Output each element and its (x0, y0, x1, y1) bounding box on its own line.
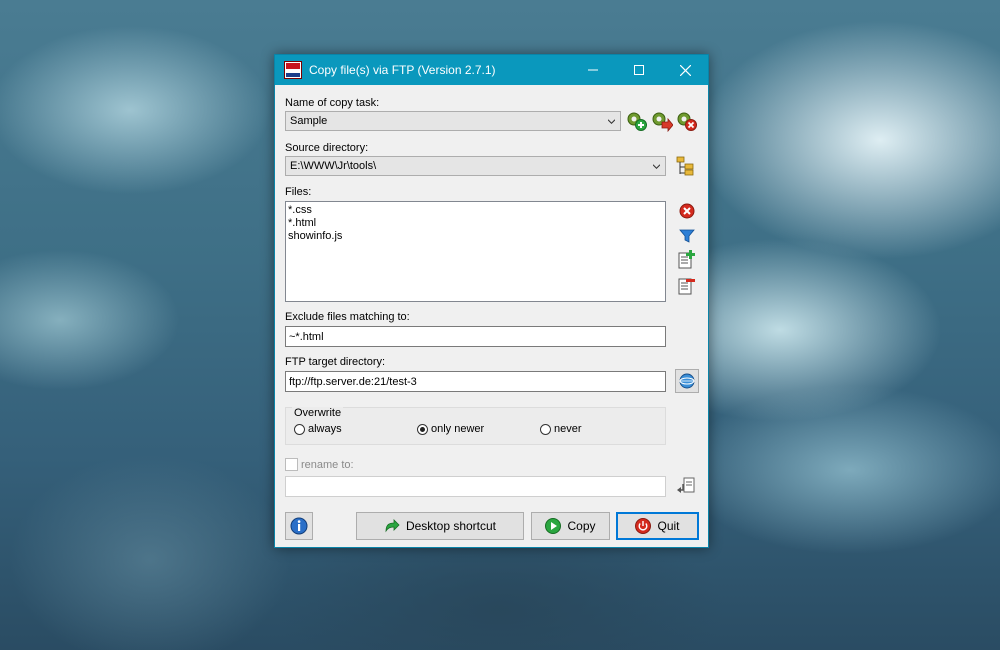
ftp-copy-window: Copy file(s) via FTP (Version 2.7.1) Nam… (274, 54, 709, 548)
maximize-icon (634, 65, 644, 75)
task-value: Sample (290, 115, 328, 127)
ftp-browse-icon (679, 373, 695, 389)
folder-tree-icon (676, 156, 694, 176)
rename-input[interactable] (285, 476, 666, 497)
rename-checkbox[interactable]: rename to: (285, 458, 354, 471)
files-label: Files: (285, 186, 312, 198)
desktop-shortcut-label: Desktop shortcut (405, 519, 497, 533)
close-icon (679, 64, 691, 76)
list-item[interactable]: *.css (288, 204, 663, 217)
overwrite-always-radio[interactable]: always (294, 423, 342, 435)
radio-circle (294, 423, 305, 435)
filter-button[interactable] (676, 225, 698, 247)
list-item[interactable]: showinfo.js (288, 230, 663, 243)
radio-label: never (554, 423, 582, 435)
play-icon (545, 518, 562, 534)
info-button[interactable] (285, 512, 313, 540)
delete-task-button[interactable] (676, 110, 698, 132)
delete-task-icon (677, 112, 697, 131)
filter-icon (679, 229, 695, 243)
exclude-label: Exclude files matching to: (285, 311, 410, 323)
target-label: FTP target directory: (285, 356, 386, 368)
maximize-button[interactable] (616, 55, 662, 85)
copy-task-icon (652, 112, 673, 132)
quit-button[interactable]: Quit (616, 512, 699, 540)
task-select[interactable]: Sample (285, 111, 621, 131)
clear-files-button[interactable] (676, 200, 698, 222)
radio-label: always (308, 423, 342, 435)
quit-label: Quit (657, 519, 680, 533)
close-button[interactable] (662, 55, 708, 85)
ftp-browse-button[interactable] (675, 369, 699, 393)
files-list[interactable]: *.css *.html showinfo.js (285, 201, 666, 302)
add-task-button[interactable] (626, 110, 648, 132)
target-input[interactable]: ftp://ftp.server.de:21/test-3 (285, 371, 666, 392)
app-icon (284, 61, 302, 79)
source-label: Source directory: (285, 142, 369, 154)
overwrite-label: Overwrite (292, 407, 344, 419)
clear-icon (679, 203, 695, 219)
remove-file-button[interactable] (676, 275, 698, 297)
copy-task-button[interactable] (651, 110, 673, 132)
copy-label: Copy (567, 519, 596, 533)
rename-apply-button[interactable] (676, 475, 698, 497)
overwrite-group: Overwrite always only newer never (285, 407, 666, 445)
shortcut-arrow-icon (384, 519, 400, 533)
add-task-icon (627, 112, 647, 131)
radio-label: only newer (431, 423, 485, 435)
remove-file-icon (678, 278, 695, 295)
list-item[interactable]: *.html (288, 217, 663, 230)
source-select[interactable]: E:\WWW\Jr\tools\ (285, 156, 666, 176)
source-value: E:\WWW\Jr\tools\ (290, 160, 377, 172)
rename-label: rename to: (301, 458, 354, 471)
title-bar[interactable]: Copy file(s) via FTP (Version 2.7.1) (275, 55, 708, 85)
add-file-icon (678, 250, 695, 269)
add-file-button[interactable] (676, 249, 698, 271)
task-label: Name of copy task: (285, 97, 380, 109)
radio-circle-selected (417, 423, 428, 435)
copy-button[interactable]: Copy (531, 512, 610, 540)
overwrite-only-newer-radio[interactable]: only newer (417, 423, 484, 435)
minimize-button[interactable] (570, 55, 616, 85)
window-title: Copy file(s) via FTP (Version 2.7.1) (309, 63, 496, 77)
exclude-input[interactable]: ~*.html (285, 326, 666, 347)
browse-folder-button[interactable] (675, 155, 697, 177)
chevron-down-icon (608, 119, 615, 124)
rename-apply-icon (677, 477, 695, 493)
radio-circle (540, 423, 551, 435)
minimize-icon (588, 69, 598, 71)
checkbox-box (285, 458, 298, 471)
info-icon (290, 517, 308, 535)
overwrite-never-radio[interactable]: never (540, 423, 582, 435)
desktop-shortcut-button[interactable]: Desktop shortcut (356, 512, 524, 540)
power-icon (635, 518, 652, 534)
chevron-down-icon (653, 164, 660, 169)
